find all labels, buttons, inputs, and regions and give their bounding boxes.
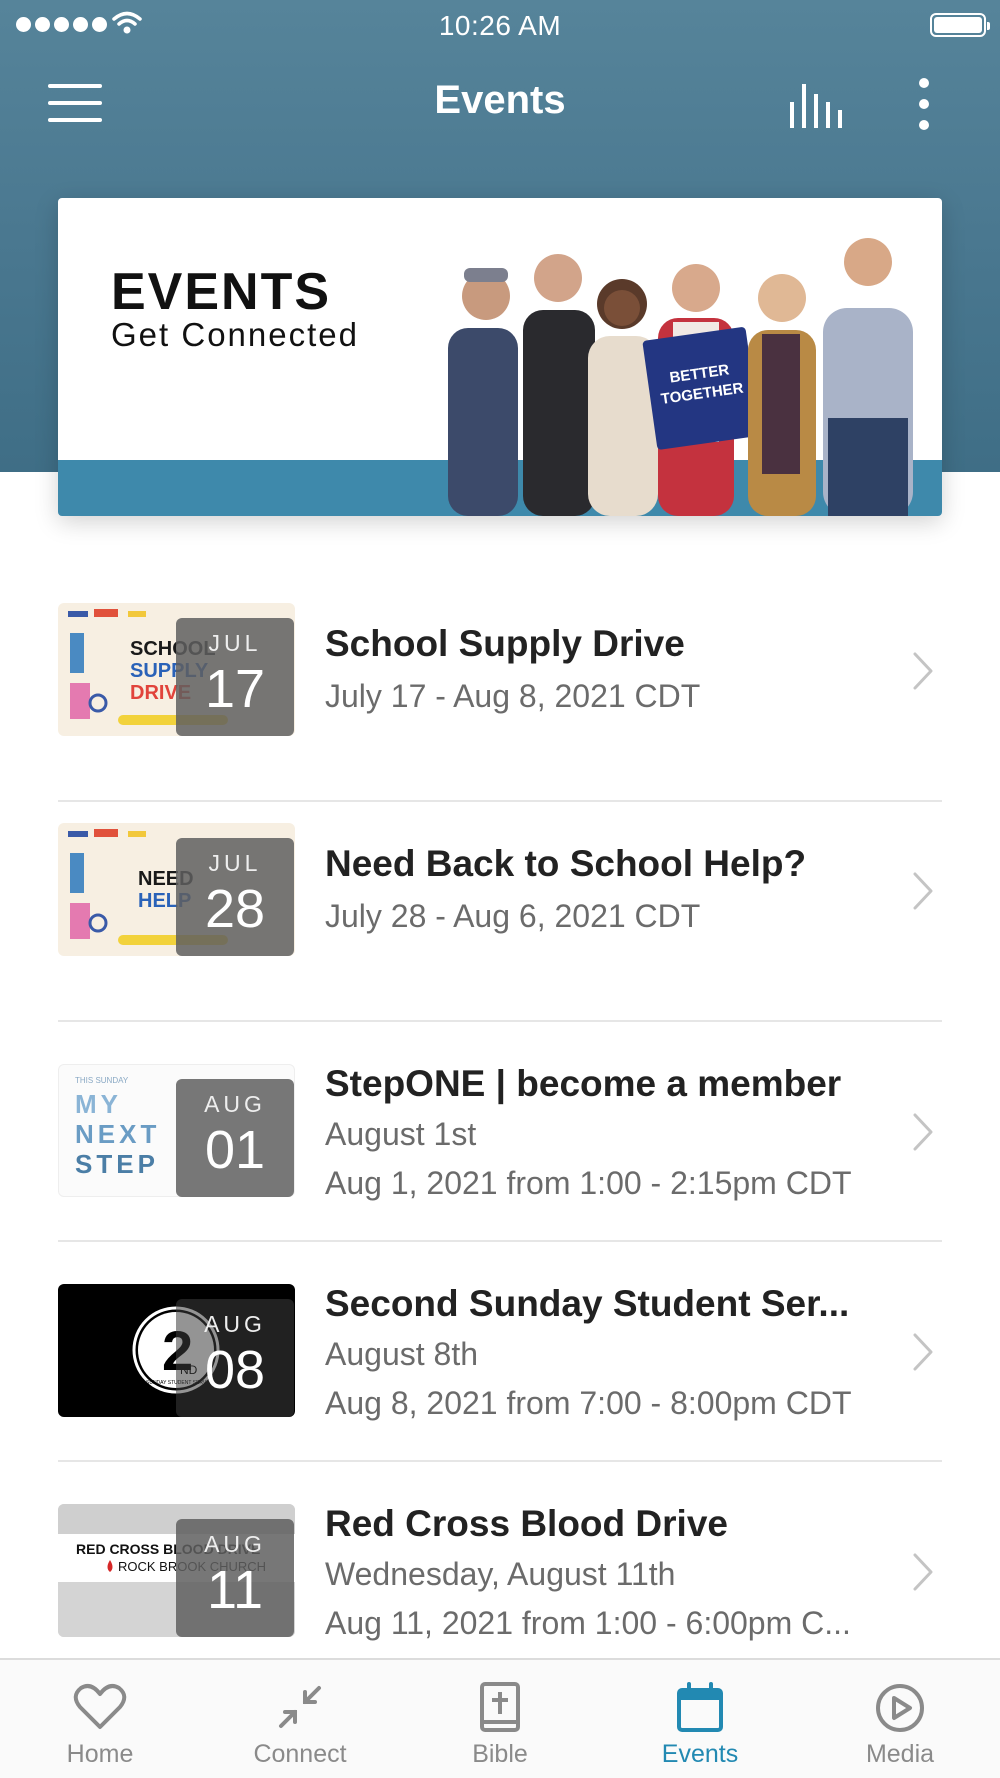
tab-label: Bible [472, 1740, 528, 1768]
tab-media[interactable]: Media [800, 1660, 1000, 1778]
play-circle-icon [876, 1684, 924, 1732]
tab-events[interactable]: Events [600, 1660, 800, 1778]
svg-text:NEXT: NEXT [75, 1119, 160, 1149]
date-month: AUG [204, 1091, 266, 1117]
page-title: Events [434, 78, 566, 122]
tab-label: Events [661, 1740, 739, 1768]
tab-label: Connect [253, 1740, 347, 1768]
tab-label: Home [66, 1740, 134, 1768]
calendar-icon [677, 1682, 723, 1732]
more-options-icon[interactable] [912, 76, 936, 132]
group-photo: BETTER TOGETHER [448, 238, 913, 516]
date-badge: JUL 28 [176, 838, 294, 956]
date-month: AUG [204, 1311, 266, 1337]
event-title: School Supply Drive [325, 623, 685, 664]
events-list: SCHOOL SUPPLY DRIVE JUL 17 School Supply… [58, 582, 942, 1682]
battery-icon [930, 13, 990, 37]
heart-icon [73, 1684, 127, 1729]
nav-bar: Events [0, 60, 1000, 150]
svg-text:STEP: STEP [75, 1149, 159, 1179]
date-badge: AUG 11 [176, 1519, 294, 1637]
tab-bible[interactable]: Bible [400, 1660, 600, 1778]
chevron-right-icon [913, 1553, 933, 1591]
date-day: 11 [206, 1560, 264, 1620]
chevron-right-icon [913, 1113, 933, 1151]
event-title: Red Cross Blood Drive [325, 1503, 728, 1544]
date-day: 28 [204, 879, 266, 939]
event-date-range: July 28 - Aug 6, 2021 CDT [325, 898, 701, 934]
chevron-right-icon [913, 872, 933, 910]
chevron-right-icon [913, 652, 933, 690]
chevron-right-icon [913, 1333, 933, 1371]
tab-connect[interactable]: Connect [200, 1660, 400, 1778]
svg-text:THIS SUNDAY: THIS SUNDAY [75, 1076, 129, 1085]
event-title: StepONE | become a member [325, 1063, 842, 1104]
event-row[interactable]: SCHOOL SUPPLY DRIVE JUL 17 School Supply… [58, 582, 942, 802]
date-month: JUL [208, 630, 262, 656]
event-row[interactable]: NEED HELP JUL 28 Need Back to School Hel… [58, 802, 942, 1022]
event-time-range: Aug 8, 2021 from 7:00 - 8:00pm CDT [325, 1385, 852, 1421]
event-date-range: July 17 - Aug 8, 2021 CDT [325, 678, 701, 714]
events-banner[interactable]: EVENTS Get Connected BETTER TOGETHER [58, 198, 942, 516]
tab-label: Media [865, 1740, 935, 1768]
date-badge: AUG 08 [176, 1299, 294, 1417]
event-date-label: August 8th [325, 1336, 478, 1372]
event-title: Second Sunday Student Ser... [325, 1283, 850, 1324]
event-date-label: August 1st [325, 1116, 477, 1152]
date-day: 08 [204, 1340, 266, 1400]
banner-subtitle: Get Connected [111, 316, 359, 353]
event-row[interactable]: 2 ND SUNDAY STUDENT SERVICE AUG 08 Secon… [58, 1242, 942, 1462]
date-badge: AUG 01 [176, 1079, 294, 1197]
event-row[interactable]: RED CROSS BLOOD DRIVE ROCK BROOK CHURCH … [58, 1462, 942, 1682]
status-bar: 10:26 AM [0, 0, 1000, 50]
event-row[interactable]: THIS SUNDAY MY NEXT STEP AUG 01 StepONE … [58, 1022, 942, 1242]
date-month: JUL [208, 850, 262, 876]
audio-bars-icon[interactable] [788, 84, 846, 128]
tab-home[interactable]: Home [0, 1660, 200, 1778]
event-title: Need Back to School Help? [325, 843, 807, 884]
date-day: 17 [204, 659, 266, 719]
date-day: 01 [204, 1120, 266, 1180]
svg-text:MY: MY [75, 1089, 122, 1119]
status-time: 10:26 AM [438, 10, 562, 41]
date-month: AUG [204, 1531, 266, 1557]
compress-arrows-icon [279, 1686, 321, 1728]
tab-bar: Home Connect Bible Events Media [0, 1658, 1000, 1778]
bible-icon [480, 1682, 520, 1732]
banner-title: EVENTS [111, 263, 332, 321]
event-time-range: Aug 1, 2021 from 1:00 - 2:15pm CDT [325, 1165, 852, 1201]
event-date-label: Wednesday, August 11th [325, 1556, 676, 1592]
date-badge: JUL 17 [176, 618, 294, 736]
event-time-range: Aug 11, 2021 from 1:00 - 6:00pm C... [325, 1605, 851, 1641]
